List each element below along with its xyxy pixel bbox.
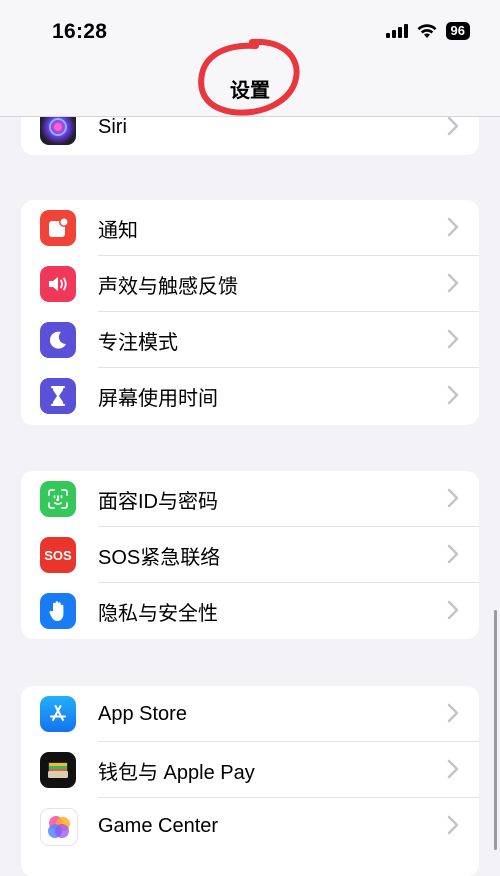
chevron-right-icon (447, 273, 459, 293)
status-icons: 96 (385, 22, 470, 40)
hand-icon (40, 593, 76, 629)
notifications-icon (40, 210, 76, 246)
settings-row-focus[interactable]: 专注模式 (21, 312, 479, 368)
navigation-bar: 16:28 96 设置 (0, 0, 500, 117)
moon-icon (40, 322, 76, 358)
settings-row-sounds-haptics[interactable]: 声效与触感反馈 (21, 256, 479, 312)
settings-row-game-center[interactable]: Game Center (21, 798, 479, 854)
settings-group-security: 面容ID与密码 SOS SOS紧急联络 隐私与安全性 (21, 471, 479, 639)
settings-row-emergency-sos[interactable]: SOS SOS紧急联络 (21, 527, 479, 583)
status-time: 16:28 (52, 20, 108, 43)
settings-row-label: 隐私与安全性 (98, 602, 218, 625)
app-store-icon (40, 696, 76, 732)
chevron-right-icon (447, 759, 459, 779)
game-center-icon (40, 808, 78, 846)
scroll-indicator[interactable] (494, 610, 497, 850)
settings-row-label: Game Center (98, 814, 219, 837)
chevron-right-icon (447, 385, 459, 405)
chevron-right-icon (447, 600, 459, 620)
settings-row-privacy-security[interactable]: 隐私与安全性 (21, 583, 479, 639)
wifi-icon (417, 24, 437, 38)
settings-row-label: Siri (98, 115, 127, 138)
sos-icon: SOS (40, 537, 76, 573)
settings-row-app-store[interactable]: App Store (21, 686, 479, 742)
chevron-right-icon (447, 815, 459, 835)
settings-row-label: 屏幕使用时间 (98, 387, 218, 410)
wallet-icon (40, 752, 76, 788)
settings-row-label: App Store (98, 702, 187, 725)
cellular-signal-icon (385, 24, 408, 38)
page-title: 设置 (230, 80, 270, 102)
hourglass-icon (40, 378, 76, 414)
chevron-right-icon (447, 116, 459, 136)
settings-row-label: SOS紧急联络 (98, 546, 221, 569)
chevron-right-icon (447, 544, 459, 564)
settings-row-label: 钱包与 Apple Pay (98, 761, 255, 784)
settings-group-apps: App Store 钱包与 Apple Pay Game Center (21, 686, 479, 876)
settings-row-wallet[interactable]: 钱包与 Apple Pay (21, 742, 479, 798)
settings-row-label: 面容ID与密码 (98, 490, 218, 513)
settings-row-label: 声效与触感反馈 (98, 275, 238, 298)
settings-row-label: 通知 (98, 219, 138, 242)
settings-row-face-id[interactable]: 面容ID与密码 (21, 471, 479, 527)
settings-group-notifications: 通知 声效与触感反馈 专注模式 屏幕使用时间 (21, 200, 479, 425)
settings-row-screen-time[interactable]: 屏幕使用时间 (21, 368, 479, 424)
settings-row-label: 专注模式 (98, 331, 178, 354)
face-id-icon (40, 481, 76, 517)
battery-indicator: 96 (445, 22, 470, 40)
chevron-right-icon (447, 217, 459, 237)
chevron-right-icon (447, 488, 459, 508)
chevron-right-icon (447, 703, 459, 723)
settings-row-notifications[interactable]: 通知 (21, 200, 479, 256)
chevron-right-icon (447, 329, 459, 349)
sound-icon (40, 266, 76, 302)
